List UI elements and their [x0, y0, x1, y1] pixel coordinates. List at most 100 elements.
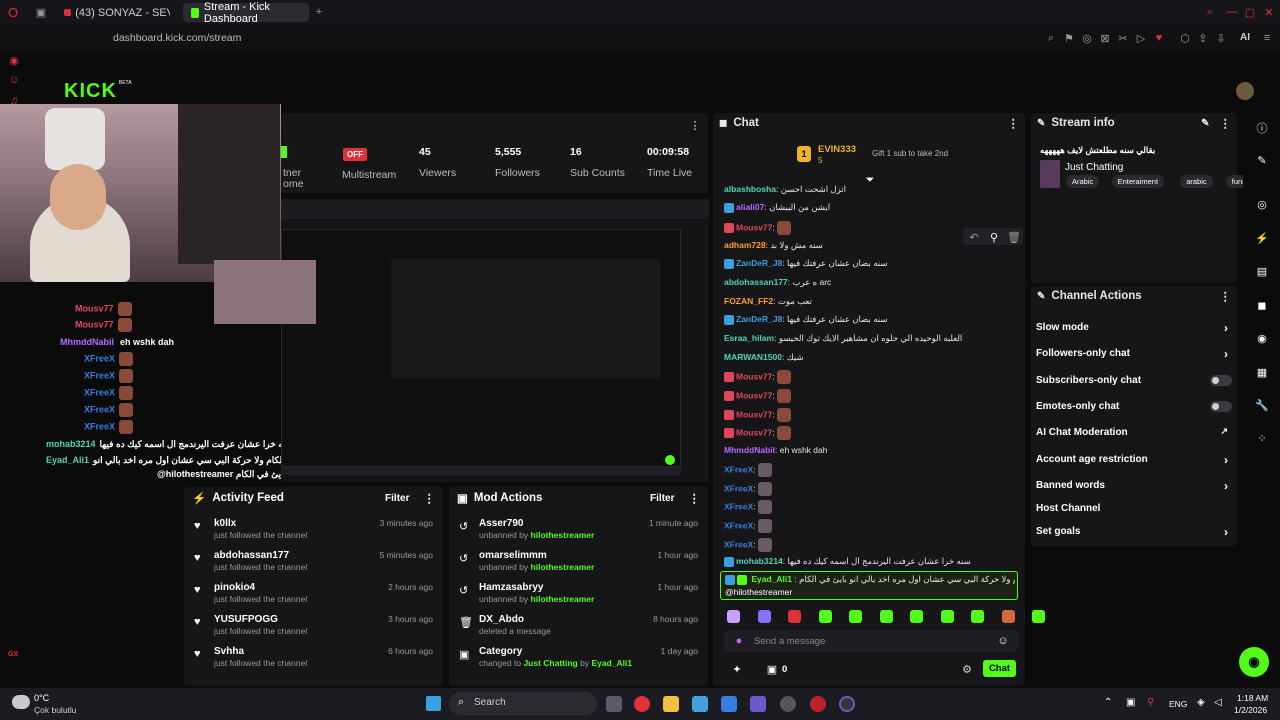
delete-icon[interactable]: 🗑: [1007, 230, 1021, 244]
channel-action-host-channel[interactable]: Host Channel: [1036, 503, 1232, 515]
activity-item[interactable]: ♥ pinokio4 just followed the channel 2 hour…: [184, 582, 443, 614]
weather-temp[interactable]: 0°C: [34, 693, 49, 703]
mod-action-actor[interactable]: hilothestreamer: [531, 562, 595, 572]
maximize-icon[interactable]: ▢: [1243, 5, 1257, 19]
activity-item[interactable]: ♥ YUSUFPOGG just followed the channel 3 hou…: [184, 614, 443, 646]
copilot-taskbar-icon[interactable]: [692, 696, 708, 712]
pin-icon[interactable]: ⚲: [987, 230, 1001, 244]
mod-action-actor[interactable]: Just Chatting: [523, 658, 577, 668]
tray-app-icon[interactable]: ▣: [1126, 697, 1135, 708]
top-sub-user[interactable]: EVIN333: [818, 144, 856, 155]
chat-username[interactable]: Mousv77: [736, 390, 772, 400]
tab-music[interactable]: (43) SONYAZ - SEVDİĞİM: [56, 3, 178, 22]
sidebar-user-icon[interactable]: ☺: [7, 73, 21, 87]
emote-picker-item[interactable]: [1032, 610, 1045, 623]
mod-action-actor[interactable]: hilothestreamer: [531, 594, 595, 604]
emote-picker-item[interactable]: [910, 610, 923, 623]
search-tabs-icon[interactable]: ⌕: [1203, 5, 1217, 19]
emote-picker-item[interactable]: [879, 610, 893, 623]
channel-action-banned-words[interactable]: Banned words ›: [1036, 479, 1232, 493]
channel-action-subscribers-only-chat[interactable]: Subscribers-only chat: [1036, 375, 1232, 387]
channel-action-account-age-restriction[interactable]: Account age restriction ›: [1036, 453, 1232, 467]
tab-grid-icon[interactable]: ▣: [34, 5, 48, 19]
mod-action-item[interactable]: 🗑 DX_Abdo deleted a message 8 hours ago: [449, 614, 708, 646]
network-icon[interactable]: ◈: [1197, 697, 1205, 708]
teams-taskbar-icon[interactable]: [750, 696, 766, 712]
channel-action-slow-mode[interactable]: Slow mode ›: [1036, 321, 1232, 335]
emote-left-icon[interactable]: ●: [732, 634, 746, 648]
mod-action-target[interactable]: Asser790: [479, 518, 523, 529]
collapse-chevron-icon[interactable]: ⏷: [863, 173, 877, 187]
stream-info-more-icon[interactable]: ⋮: [1220, 116, 1232, 130]
channel-action-ai-chat-moderation[interactable]: AI Chat Moderation ↗: [1036, 426, 1232, 439]
close-icon[interactable]: ✕: [1262, 5, 1276, 19]
highlight-mention[interactable]: @hilothestreamer: [725, 587, 792, 597]
language-indicator[interactable]: ENG: [1169, 699, 1187, 709]
reply-icon[interactable]: ↶: [967, 230, 981, 244]
obs-taskbar-icon[interactable]: [839, 696, 855, 712]
clock-time[interactable]: 1:18 AM: [1237, 693, 1268, 703]
download-icon[interactable]: ⇩: [1214, 31, 1228, 45]
explorer-taskbar-icon[interactable]: [663, 696, 679, 712]
minimize-icon[interactable]: —: [1225, 5, 1239, 19]
ai-button[interactable]: AI: [1240, 32, 1250, 43]
zoom-icon[interactable]: ⌕: [1044, 31, 1058, 45]
tray-chevron-icon[interactable]: ⌃: [1104, 697, 1112, 708]
activity-filter-button[interactable]: Filter: [385, 493, 409, 504]
chat-username[interactable]: XFreeX: [724, 539, 753, 549]
emote-picker-item[interactable]: [757, 610, 771, 623]
wrench-tool-icon[interactable]: 🔧: [1255, 398, 1269, 412]
activity-username[interactable]: YUSUFPOGG: [214, 614, 278, 625]
chat-username[interactable]: aliali07: [736, 202, 764, 212]
mod-action-actor-2[interactable]: Eyad_Ali1: [591, 658, 632, 668]
stat-multistream[interactable]: OFF Multistream: [342, 146, 396, 181]
chat-username[interactable]: MARWAN1500: [724, 352, 782, 362]
edit-pencil-icon[interactable]: ✎: [1201, 118, 1209, 129]
channel-action-set-goals[interactable]: Set goals ›: [1036, 525, 1232, 539]
tools-icon[interactable]: ✂: [1116, 31, 1130, 45]
chat-username[interactable]: FOZAN_FF2: [724, 296, 773, 306]
chat-username[interactable]: ZanDeR_J8: [736, 258, 782, 268]
chat-username[interactable]: XFreeX: [724, 464, 753, 474]
chat-input-box[interactable]: ● Send a message ☺: [724, 630, 1018, 652]
tab-kick-dashboard[interactable]: Stream - Kick Dashboard: [183, 1, 309, 25]
mod-action-item[interactable]: ↺ omarselimmm unbanned by hilothestreamer 1…: [449, 550, 708, 582]
camera-tool-icon[interactable]: ◎: [1255, 197, 1269, 211]
sidebar-gx-icon[interactable]: GX: [8, 651, 18, 658]
chat-username[interactable]: Mousv77: [736, 371, 772, 381]
broadcast-tool-icon[interactable]: ◉: [1255, 331, 1269, 345]
mod-action-item[interactable]: ↺ Hamzasabryy unbanned by hilothestreamer 1…: [449, 582, 708, 614]
chat-username[interactable]: Esraa_hilam: [724, 333, 774, 343]
user-avatar[interactable]: [1236, 82, 1254, 100]
activity-more-icon[interactable]: ⋮: [424, 491, 436, 505]
chat-username[interactable]: Mousv77: [736, 409, 772, 419]
activity-username[interactable]: Svhha: [214, 646, 244, 657]
mod-action-target[interactable]: omarselimmm: [479, 550, 547, 561]
opera-logo-icon[interactable]: O: [6, 5, 20, 20]
share-icon[interactable]: ⇪: [1196, 31, 1210, 45]
channel-points-icon[interactable]: ✦: [730, 662, 744, 676]
bolt-tool-icon[interactable]: ⚡: [1255, 231, 1269, 245]
activity-username[interactable]: abdohassan177: [214, 550, 289, 561]
emote-picker-item[interactable]: [727, 610, 740, 623]
opera-taskbar-icon[interactable]: [634, 696, 650, 712]
url-text[interactable]: dashboard.kick.com/stream: [113, 32, 241, 44]
chat-username[interactable]: MhmddNabil: [724, 445, 775, 455]
cube-icon[interactable]: ⬡: [1178, 31, 1192, 45]
chat-send-button[interactable]: Chat: [983, 660, 1016, 677]
windows-start-icon[interactable]: [426, 696, 441, 711]
mod-action-item[interactable]: ▣ Category changed to Just Chatting by Eya…: [449, 646, 708, 678]
channel-actions-more-icon[interactable]: ⋮: [1220, 289, 1232, 303]
emote-picker-item[interactable]: [1001, 610, 1015, 623]
mod-more-icon[interactable]: ⋮: [689, 491, 701, 505]
opera-gx-taskbar-icon[interactable]: [810, 696, 826, 712]
channel-action-emotes-only-chat[interactable]: Emotes-only chat: [1036, 401, 1232, 413]
support-button[interactable]: ◉: [1239, 647, 1269, 677]
emote-picker-item[interactable]: [788, 610, 801, 623]
volume-icon[interactable]: ◁: [1214, 697, 1222, 708]
chat-more-icon[interactable]: ⋮: [1008, 116, 1020, 130]
emote-picker-item[interactable]: [971, 610, 984, 623]
chat-username[interactable]: adham728: [724, 240, 766, 250]
new-tab-icon[interactable]: +: [312, 5, 326, 19]
kick-logo[interactable]: KICK BETA: [64, 80, 132, 103]
